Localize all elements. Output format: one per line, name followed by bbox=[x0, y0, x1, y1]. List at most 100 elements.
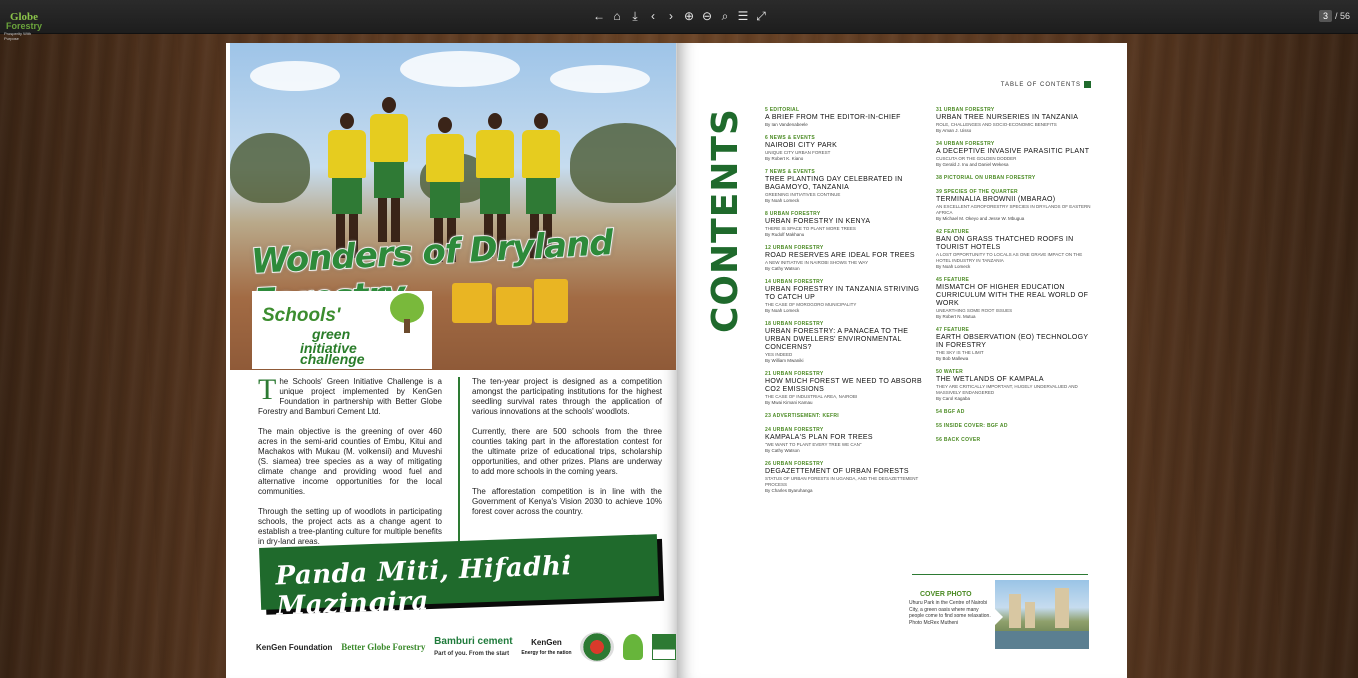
toc-column-1: 5 EDITORIAL A BRIEF FROM THE EDITOR-IN-CH… bbox=[765, 107, 925, 501]
toc-section: 34 URBAN FORESTRY bbox=[936, 141, 995, 147]
toc-entry[interactable]: 23 ADVERTISEMENT: KEFRI bbox=[765, 413, 925, 420]
toc-entry[interactable]: 56 BACK COVER bbox=[936, 437, 1096, 444]
toc-title-text: HOW MUCH FOREST WE NEED TO ABSORB CO2 EM… bbox=[765, 378, 922, 393]
toc-section: 55 INSIDE COVER: BGF AD bbox=[936, 423, 1008, 429]
toc-title-text: NAIROBI CITY PARK bbox=[765, 142, 838, 149]
toc-section: 18 URBAN FORESTRY bbox=[765, 321, 824, 327]
toc-section: 39 SPECIES OF THE QUARTER bbox=[936, 189, 1018, 195]
toc-title-text: URBAN FORESTRY IN TANZANIA STRIVING TO C… bbox=[765, 286, 920, 301]
toc-column-2: 31 URBAN FORESTRY URBAN TREE NURSERIES IN… bbox=[936, 107, 1096, 451]
toc-entry[interactable]: 12 URBAN FORESTRY ROAD RESERVES ARE IDEAL… bbox=[765, 245, 925, 272]
toc-entry[interactable]: 55 INSIDE COVER: BGF AD bbox=[936, 423, 1096, 430]
toc-entry[interactable]: 26 URBAN FORESTRY DEGAZETTEMENT OF URBAN … bbox=[765, 461, 925, 494]
publisher-logo[interactable]: Globe Forestry Prosperity With Purpose bbox=[4, 6, 44, 46]
toc-section: 38 PICTORIAL ON URBAN FORESTRY bbox=[936, 175, 1036, 181]
bamburi-tagline: Part of you. From the start bbox=[434, 651, 510, 657]
toc-entry[interactable]: 7 NEWS & EVENTS TREE PLANTING DAY CELEBRA… bbox=[765, 169, 925, 204]
toc-section: 6 NEWS & EVENTS bbox=[765, 135, 816, 141]
toc-section: 21 URBAN FORESTRY bbox=[765, 371, 824, 377]
toc-entry[interactable]: 47 FEATURE EARTH OBSERVATION (EO) TECHNOL… bbox=[936, 327, 1096, 362]
magazine-page-right[interactable]: CONTENTS TABLE OF CONTENTS 5 EDITORIAL A … bbox=[677, 43, 1127, 678]
toc-title-text: THE WETLANDS OF KAMPALA bbox=[936, 376, 1044, 383]
arrow-left-icon[interactable]: ← bbox=[592, 9, 606, 23]
toc-entry[interactable]: 31 URBAN FORESTRY URBAN TREE NURSERIES IN… bbox=[936, 107, 1096, 134]
zoom-in-icon[interactable]: ⊕ bbox=[682, 9, 696, 23]
toc-title-text: URBAN FORESTRY IN KENYA bbox=[765, 218, 871, 225]
toc-byline: By Gerald J. Inu and Daniel Wekesa bbox=[936, 162, 1009, 167]
toc-entry[interactable]: 5 EDITORIAL A BRIEF FROM THE EDITOR-IN-CH… bbox=[765, 107, 925, 128]
toc-entry[interactable]: 54 BGF AD bbox=[936, 409, 1096, 416]
zoom-out-icon[interactable]: ⊖ bbox=[700, 9, 714, 23]
toc-entry[interactable]: 18 URBAN FORESTRY URBAN FORESTRY: A PANAC… bbox=[765, 321, 925, 364]
slogan-text: Panda Miti, Hifadhi Mazingira bbox=[275, 551, 573, 622]
toc-entry[interactable]: 50 WATER THE WETLANDS OF KAMPALA THEY ARE … bbox=[936, 369, 1096, 402]
home-icon[interactable]: ⌂ bbox=[610, 9, 624, 23]
toc-subtitle: A LOST OPPORTUNITY TO LOCALS AS ONE GRAV… bbox=[936, 252, 1083, 263]
col2-para3: The afforestation competition is in line… bbox=[472, 487, 662, 516]
toc-entry[interactable]: 34 URBAN FORESTRY A DECEPTIVE INVASIVE PA… bbox=[936, 141, 1096, 168]
cover-caption: Uhuru Park in the Centre of Nairobi City… bbox=[909, 600, 991, 626]
drop-cap: T bbox=[258, 373, 277, 406]
kengen-foundation-logo: KenGen Foundation bbox=[256, 642, 333, 652]
fullscreen-icon[interactable]: ⤢ bbox=[754, 9, 768, 23]
logo-line1: Globe bbox=[9, 10, 39, 23]
challenge-line2: green bbox=[312, 326, 351, 342]
bamburi-logo: Bamburi cement Part of you. From the sta… bbox=[434, 636, 512, 658]
toc-subtitle: AN EXCELLENT AGROFORESTRY SPECIES IN DRY… bbox=[936, 204, 1091, 215]
toc-byline: By Robert K. Kiano bbox=[765, 156, 804, 161]
download-icon[interactable]: ⤓ bbox=[628, 9, 642, 23]
chevron-right-icon[interactable]: › bbox=[664, 9, 678, 23]
toc-entry[interactable]: 21 URBAN FORESTRY HOW MUCH FOREST WE NEED… bbox=[765, 371, 925, 406]
page-indicator: 3 / 56 bbox=[1318, 10, 1350, 22]
toc-section: 45 FEATURE bbox=[936, 277, 970, 283]
toc-label: TABLE OF CONTENTS bbox=[1001, 81, 1091, 88]
toc-entry[interactable]: 39 SPECIES OF THE QUARTER TERMINALIA BROW… bbox=[936, 189, 1096, 222]
kengen-tagline: Energy for the nation bbox=[521, 650, 572, 656]
toc-section: 8 URBAN FORESTRY bbox=[765, 211, 821, 217]
kengen-logo: KenGen Energy for the nation bbox=[521, 638, 571, 656]
bamburi-name: Bamburi cement bbox=[434, 636, 513, 647]
toc-byline: By Robert N. Mutua bbox=[936, 314, 976, 319]
page-number-input[interactable]: 3 bbox=[1318, 10, 1332, 22]
toc-byline: By Mwai Kimani Kamau bbox=[765, 400, 813, 405]
kengen-name: KenGen bbox=[531, 638, 562, 647]
tree-trunk bbox=[404, 319, 410, 333]
toc-entry[interactable]: 42 FEATURE BAN ON GRASS THATCHED ROOFS IN… bbox=[936, 229, 1096, 270]
toc-title-text: TREE PLANTING DAY CELEBRATED IN BAGAMOYO… bbox=[765, 176, 903, 191]
toc-entry[interactable]: 8 URBAN FORESTRY URBAN FORESTRY IN KENYA T… bbox=[765, 211, 925, 238]
logo-line3: Prosperity With Purpose bbox=[4, 30, 32, 41]
toc-title-text: BAN ON GRASS THATCHED ROOFS IN TOURIST H… bbox=[936, 236, 1074, 251]
toc-byline: By Michael M. Okeyo and Jesse W. Mbugua bbox=[936, 216, 1025, 221]
page-total: / 56 bbox=[1334, 11, 1350, 21]
toc-byline: By Carol Kagaba bbox=[936, 396, 971, 401]
magazine-page-left[interactable]: Wonders of Dryland Forestry Schools' gre… bbox=[226, 43, 677, 678]
toc-entry[interactable]: 6 NEWS & EVENTS NAIROBI CITY PARK UNIQUE C… bbox=[765, 135, 925, 162]
toc-entry[interactable]: 24 URBAN FORESTRY KAMPALA'S PLAN FOR TREE… bbox=[765, 427, 925, 454]
toc-title-text: TERMINALIA BROWNII (MBARAO) bbox=[936, 196, 1056, 203]
toc-title-text: DEGAZETTEMENT OF URBAN FORESTS bbox=[765, 468, 909, 475]
list-icon[interactable]: ☰ bbox=[736, 9, 750, 23]
challenge-logo: Schools' green initiative challenge bbox=[252, 291, 432, 369]
toc-entry[interactable]: 38 PICTORIAL ON URBAN FORESTRY bbox=[936, 175, 1096, 182]
toc-section: 56 BACK COVER bbox=[936, 437, 981, 443]
toc-subtitle: THEY ARE CRITICALLY IMPORTANT, HUGELY UN… bbox=[936, 384, 1078, 395]
article-column-1: The Schools' Green Initiative Challenge … bbox=[258, 373, 442, 557]
toc-title-text: A DECEPTIVE INVASIVE PARASITIC PLANT bbox=[936, 148, 1090, 155]
better-globe-logo: Better Globe Forestry bbox=[341, 641, 426, 652]
toc-section: 7 NEWS & EVENTS bbox=[765, 169, 816, 175]
col1-para3: Through the setting up of woodlots in pa… bbox=[258, 507, 442, 546]
logo-line2: Forestry bbox=[5, 20, 42, 31]
col1-para2: The main objective is the greening of ov… bbox=[258, 427, 442, 496]
challenge-line1: Schools' bbox=[262, 305, 341, 326]
kenya-forest-service-logo bbox=[652, 634, 676, 660]
toc-entry[interactable]: 14 URBAN FORESTRY URBAN FORESTRY IN TANZA… bbox=[765, 279, 925, 314]
chevron-left-icon[interactable]: ‹ bbox=[646, 9, 660, 23]
toc-title-text: ROAD RESERVES ARE IDEAL FOR TREES bbox=[765, 252, 915, 259]
toc-section: 24 URBAN FORESTRY bbox=[765, 427, 824, 433]
cover-photo-label: COVER PHOTO bbox=[920, 591, 972, 598]
search-icon[interactable]: ⌕ bbox=[718, 9, 732, 23]
toc-byline: By Cathy Watson bbox=[765, 448, 800, 453]
col1-para1: he Schools' Green Initiative Challenge i… bbox=[258, 377, 442, 416]
toc-title-text: URBAN FORESTRY: A PANACEA TO THE URBAN D… bbox=[765, 328, 909, 351]
toc-entry[interactable]: 45 FEATURE MISMATCH OF HIGHER EDUCATION C… bbox=[936, 277, 1096, 320]
